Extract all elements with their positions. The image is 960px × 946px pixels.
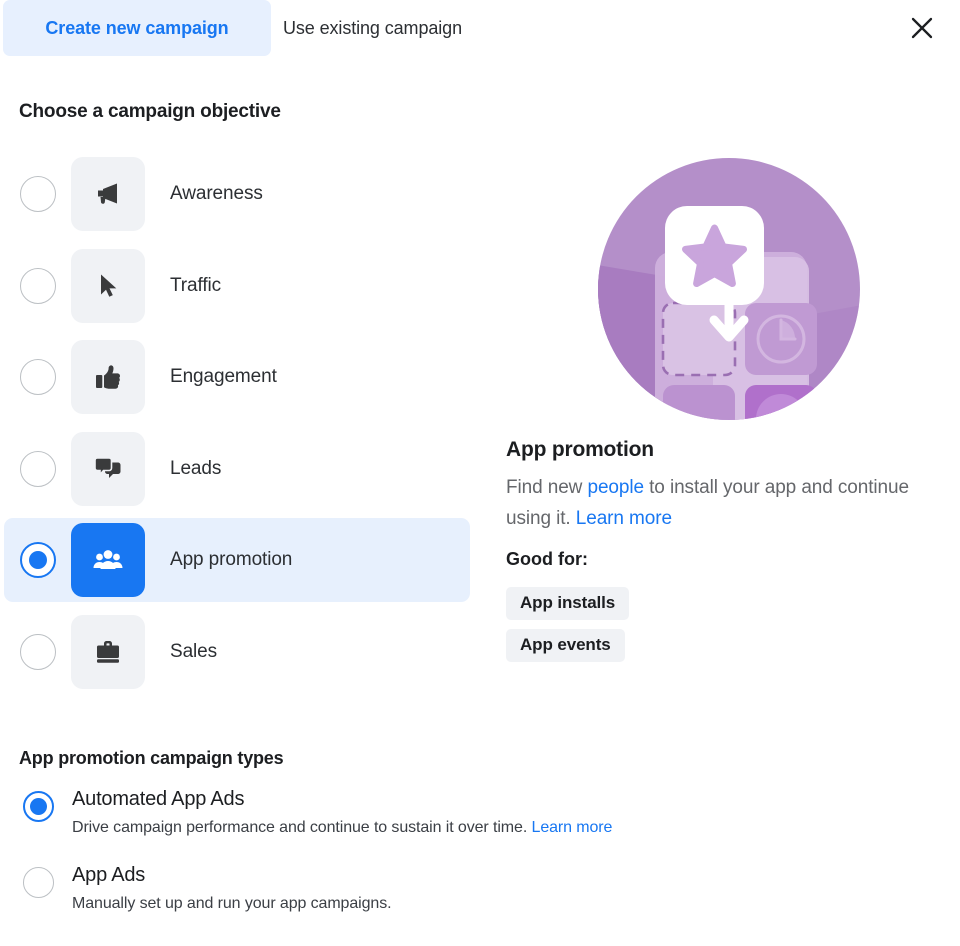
campaign-type-name: App Ads bbox=[72, 864, 146, 886]
objective-row-awareness[interactable]: Awareness bbox=[0, 157, 480, 231]
people-group-icon bbox=[71, 523, 145, 597]
campaign-types-list: Automated App Ads Drive campaign perform… bbox=[0, 786, 900, 938]
radio-leads[interactable] bbox=[20, 450, 56, 487]
objective-label: Engagement bbox=[170, 366, 277, 387]
people-link[interactable]: people bbox=[587, 477, 644, 498]
good-for-label: Good for: bbox=[506, 549, 588, 569]
speech-bubbles-icon bbox=[71, 431, 145, 506]
radio-awareness[interactable] bbox=[20, 176, 56, 212]
objective-label: App promotion bbox=[170, 549, 293, 570]
campaign-objective-dialog: Create new campaign Use existing campaig… bbox=[0, 0, 960, 946]
campaign-type-app-ads[interactable]: App Ads Manually set up and run your app… bbox=[0, 862, 900, 938]
campaign-type-desc-text: Drive campaign performance and continue … bbox=[72, 819, 532, 836]
detail-description: Find new people to install your app and … bbox=[506, 472, 916, 534]
briefcase-icon bbox=[71, 614, 145, 689]
campaign-type-desc-text: Manually set up and run your app campaig… bbox=[72, 895, 392, 912]
campaign-type-name: Automated App Ads bbox=[72, 788, 245, 810]
objective-label: Leads bbox=[170, 457, 222, 479]
objective-row-leads[interactable]: Leads bbox=[0, 431, 480, 506]
cursor-icon bbox=[71, 248, 145, 323]
megaphone-icon bbox=[71, 157, 145, 231]
objective-row-sales[interactable]: Sales bbox=[0, 614, 480, 689]
objective-row-engagement[interactable]: Engagement bbox=[0, 340, 480, 414]
app-install-illustration bbox=[597, 157, 862, 422]
tab-create-new-campaign[interactable]: Create new campaign bbox=[3, 0, 271, 56]
objective-label: Traffic bbox=[170, 274, 222, 296]
campaign-type-description: Drive campaign performance and continue … bbox=[72, 819, 900, 837]
page-title: Choose a campaign objective bbox=[19, 101, 281, 122]
radio-engagement[interactable] bbox=[20, 359, 56, 395]
objective-row-app-promotion[interactable]: App promotion bbox=[0, 518, 480, 602]
campaign-types-title: App promotion campaign types bbox=[19, 748, 284, 768]
learn-more-link-automated[interactable]: Learn more bbox=[532, 819, 613, 836]
close-button[interactable] bbox=[902, 8, 942, 48]
radio-automated-app-ads[interactable] bbox=[23, 791, 54, 822]
tab-use-existing-campaign-label: Use existing campaign bbox=[283, 17, 462, 38]
radio-app-ads[interactable] bbox=[23, 867, 54, 898]
objective-row-traffic[interactable]: Traffic bbox=[0, 248, 480, 323]
thumbs-up-icon bbox=[71, 340, 145, 414]
campaign-type-body: Automated App Ads Drive campaign perform… bbox=[72, 786, 900, 837]
tag-app-events: App events bbox=[506, 629, 625, 662]
close-icon bbox=[909, 15, 935, 41]
tab-bar: Create new campaign Use existing campaig… bbox=[0, 0, 960, 56]
tab-use-existing-campaign[interactable]: Use existing campaign bbox=[283, 0, 553, 56]
objective-label: Sales bbox=[170, 640, 218, 662]
detail-title: App promotion bbox=[506, 438, 654, 461]
radio-traffic[interactable] bbox=[20, 267, 56, 304]
campaign-type-automated-app-ads[interactable]: Automated App Ads Drive campaign perform… bbox=[0, 786, 900, 862]
radio-sales[interactable] bbox=[20, 633, 56, 670]
learn-more-link[interactable]: Learn more bbox=[576, 508, 672, 529]
detail-desc-part1: Find new bbox=[506, 477, 588, 498]
good-for-tags: App installs App events bbox=[506, 587, 630, 671]
objective-list: Awareness Traffic Engagement Leads App p… bbox=[0, 157, 480, 706]
tag-app-installs: App installs bbox=[506, 587, 630, 620]
radio-app-promotion[interactable] bbox=[20, 542, 56, 578]
tab-create-new-campaign-label: Create new campaign bbox=[45, 17, 229, 38]
campaign-type-description: Manually set up and run your app campaig… bbox=[72, 895, 900, 913]
campaign-type-body: App Ads Manually set up and run your app… bbox=[72, 862, 900, 913]
objective-label: Awareness bbox=[170, 183, 263, 204]
